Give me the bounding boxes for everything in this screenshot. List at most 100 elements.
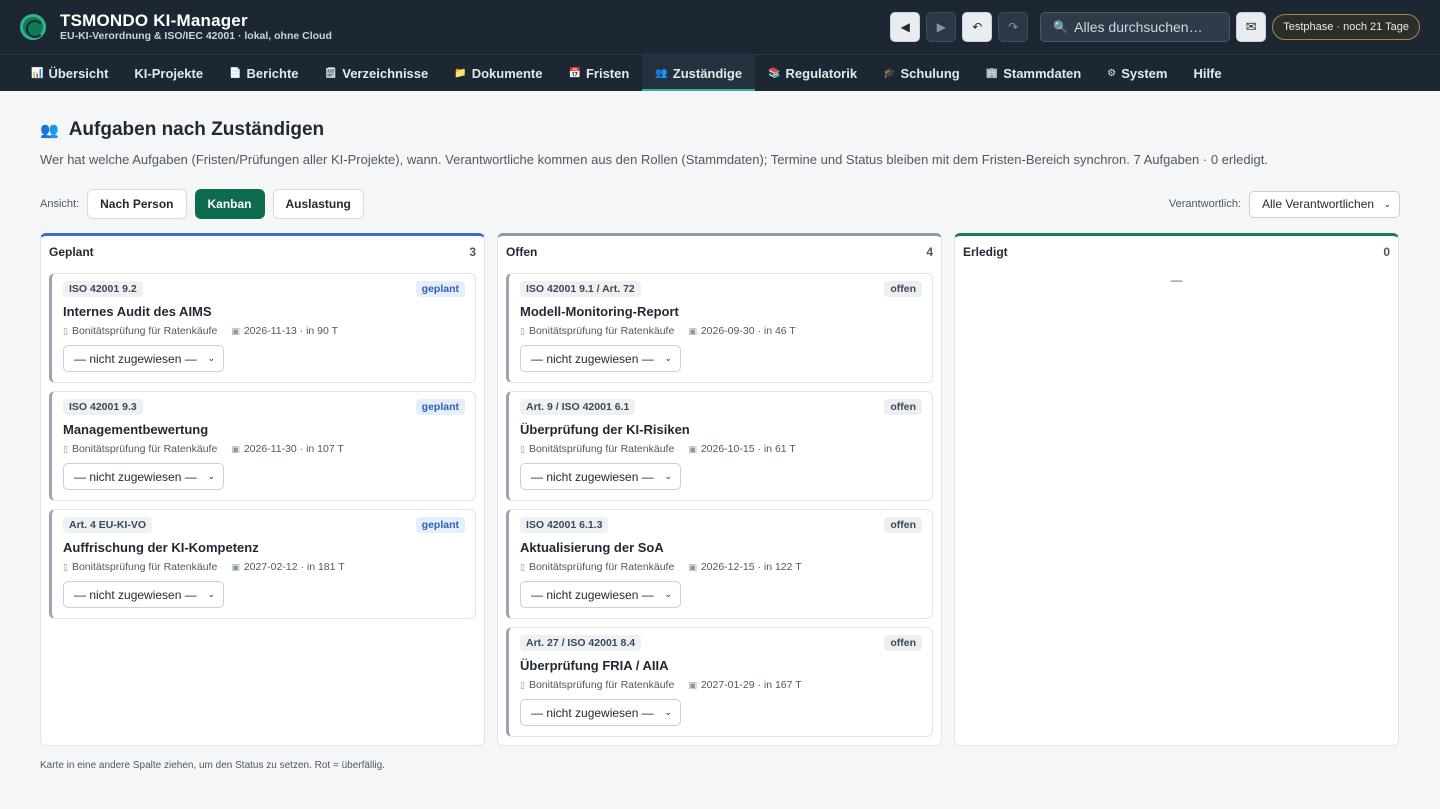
books-icon: 📚 [768,67,781,79]
nav-item-dokumente[interactable]: 📁 Dokumente [441,55,555,91]
filter-group: Verantwortlich: Alle Verantwortlichen ⌄ [1168,190,1400,218]
assignee-select[interactable]: — nicht zugewiesen — ⌄ [63,581,224,608]
project-icon: ▯ [520,679,525,690]
kanban-board: Geplant 3 ISO 42001 9.2 geplant Internes … [40,233,1400,746]
assignee-select[interactable]: — nicht zugewiesen — ⌄ [63,463,224,490]
task-reference: Art. 9 / ISO 42001 6.1 [520,399,636,415]
task-card[interactable]: Art. 9 / ISO 42001 6.1 offen Überprüfung … [506,391,933,501]
responsible-filter-select[interactable]: Alle Verantwortlichen ⌄ [1249,190,1400,218]
task-project: Bonitätsprüfung für Ratenkäufe [528,679,675,691]
main-nav: 📊 Übersicht KI-Projekte 📄 Berichte 🗒 Verzei… [0,54,1440,91]
nav-item-zustaendige[interactable]: 👥 Zuständige [642,55,756,91]
nav-label: KI-Projekte [134,65,204,81]
nav-item-verzeichnisse[interactable]: 🗒 Verzeichnisse [312,55,442,91]
task-project: Bonitätsprüfung für Ratenkäufe [528,561,675,573]
chevron-down-icon: ⌄ [664,353,672,363]
task-title: Aktualisierung der SoA [520,540,664,555]
view-label: Ansicht: [40,198,80,210]
nav-item-berichte[interactable]: 📄 Berichte [216,55,311,91]
back-button[interactable]: ◀ [890,12,921,42]
redo-icon: ↷ [1008,20,1019,34]
undo-button[interactable]: ↶ [962,12,993,42]
assignee-value: — nicht zugewiesen — [74,351,197,366]
task-project: Bonitätsprüfung für Ratenkäufe [71,325,218,337]
task-title: Internes Audit des AIMS [63,304,212,319]
nav-item-fristen[interactable]: 📅 Fristen [556,55,643,91]
nav-item-hilfe[interactable]: Hilfe [1180,55,1234,91]
task-reference: ISO 42001 9.2 [63,281,143,297]
nav-item-ki-projekte[interactable]: KI-Projekte [121,55,216,91]
chevron-down-icon: ⌄ [207,589,215,599]
task-due-date: 2026-10-15 · in 61 T [700,443,796,455]
assignee-select[interactable]: — nicht zugewiesen — ⌄ [520,463,681,490]
mail-button[interactable]: ✉ [1236,12,1267,42]
brand: TSMONDO KI-Manager EU-KI-Verordnung & IS… [60,11,332,43]
assignee-select[interactable]: — nicht zugewiesen — ⌄ [520,699,681,726]
forward-button[interactable]: ▶ [926,12,957,42]
chevron-down-icon: ⌄ [664,707,672,717]
status-badge: geplant [415,281,465,297]
nav-label: Berichte [246,65,299,81]
header-actions: ◀ ▶ ↶ ↷ 🔍 Alles durchsuchen… ✉ Testphase… [890,12,1420,42]
task-card[interactable]: ISO 42001 9.3 geplant Managementbewertung… [49,391,476,501]
assignee-value: — nicht zugewiesen — [531,705,654,720]
assignee-select[interactable]: — nicht zugewiesen — ⌄ [520,581,681,608]
task-due-date: 2026-12-15 · in 122 T [700,561,802,573]
column-header: Erledigt 0 [963,245,1390,259]
nav-label: Übersicht [48,65,109,81]
assignee-select[interactable]: — nicht zugewiesen — ⌄ [63,345,224,372]
column-count: 0 [1383,245,1390,259]
calendar-icon: ▣ [231,325,240,336]
undo-icon: ↶ [972,20,983,34]
people-icon: 👥 [655,67,668,79]
project-icon: ▯ [63,561,68,572]
task-card[interactable]: Art. 27 / ISO 42001 8.4 offen Überprüfung… [506,627,933,737]
nav-item-regulatorik[interactable]: 📚 Regulatorik [755,55,870,91]
task-title: Auffrischung der KI-Kompetenz [63,540,259,555]
view-kanban-button[interactable]: Kanban [194,189,265,219]
nav-item-system[interactable]: ⚙ System [1094,55,1180,91]
triangle-right-icon: ▶ [936,20,946,34]
task-title: Überprüfung der KI-Risiken [520,422,690,437]
task-card[interactable]: ISO 42001 9.1 / Art. 72 offen Modell-Moni… [506,273,933,383]
assignee-value: — nicht zugewiesen — [74,587,197,602]
filter-label: Verantwortlich: [1168,198,1241,210]
view-auslastung-button[interactable]: Auslastung [272,189,364,219]
view-nach-person-button[interactable]: Nach Person [87,189,187,219]
chevron-down-icon: ⌄ [664,471,672,481]
calendar-icon: 📅 [568,67,581,79]
calendar-icon: ▣ [231,561,240,572]
task-card[interactable]: ISO 42001 9.2 geplant Internes Audit des … [49,273,476,383]
calendar-icon: ▣ [231,443,240,454]
column-header: Offen 4 [506,245,933,259]
search-placeholder: Alles durchsuchen… [1074,19,1203,35]
task-project: Bonitätsprüfung für Ratenkäufe [71,561,218,573]
nav-item-schulung[interactable]: 🎓 Schulung [870,55,973,91]
nav-item-stammdaten[interactable]: 🏢 Stammdaten [973,55,1094,91]
task-reference: Art. 4 EU-KI-VO [63,517,153,533]
trial-badge[interactable]: Testphase · noch 21 Tage [1272,14,1420,40]
column-title: Erledigt [963,245,1008,259]
folder-icon: 📁 [454,67,467,79]
nav-label: Verzeichnisse [342,65,429,81]
assignee-select[interactable]: — nicht zugewiesen — ⌄ [520,345,681,372]
nav-label: Fristen [585,65,630,81]
task-project: Bonitätsprüfung für Ratenkäufe [528,325,675,337]
redo-button[interactable]: ↷ [998,12,1029,42]
document-icon: 📄 [229,67,242,79]
calendar-icon: ▣ [688,679,697,690]
task-due-date: 2026-11-30 · in 107 T [243,443,344,455]
status-badge: geplant [415,399,465,415]
nav-item-uebersicht[interactable]: 📊 Übersicht [18,55,121,91]
column-count: 3 [469,245,476,259]
triangle-left-icon: ◀ [900,20,910,34]
task-due-date: 2027-01-29 · in 167 T [700,679,802,691]
assignee-value: — nicht zugewiesen — [531,351,654,366]
chevron-down-icon: ⌄ [207,353,215,363]
calendar-icon: ▣ [688,561,697,572]
app-logo-icon [20,14,46,40]
global-search-input[interactable]: 🔍 Alles durchsuchen… [1040,12,1231,42]
task-card[interactable]: Art. 4 EU-KI-VO geplant Auffrischung der … [49,509,476,619]
task-card[interactable]: ISO 42001 6.1.3 offen Aktualisierung der … [506,509,933,619]
column-geplant: Geplant 3 ISO 42001 9.2 geplant Internes … [40,233,485,746]
